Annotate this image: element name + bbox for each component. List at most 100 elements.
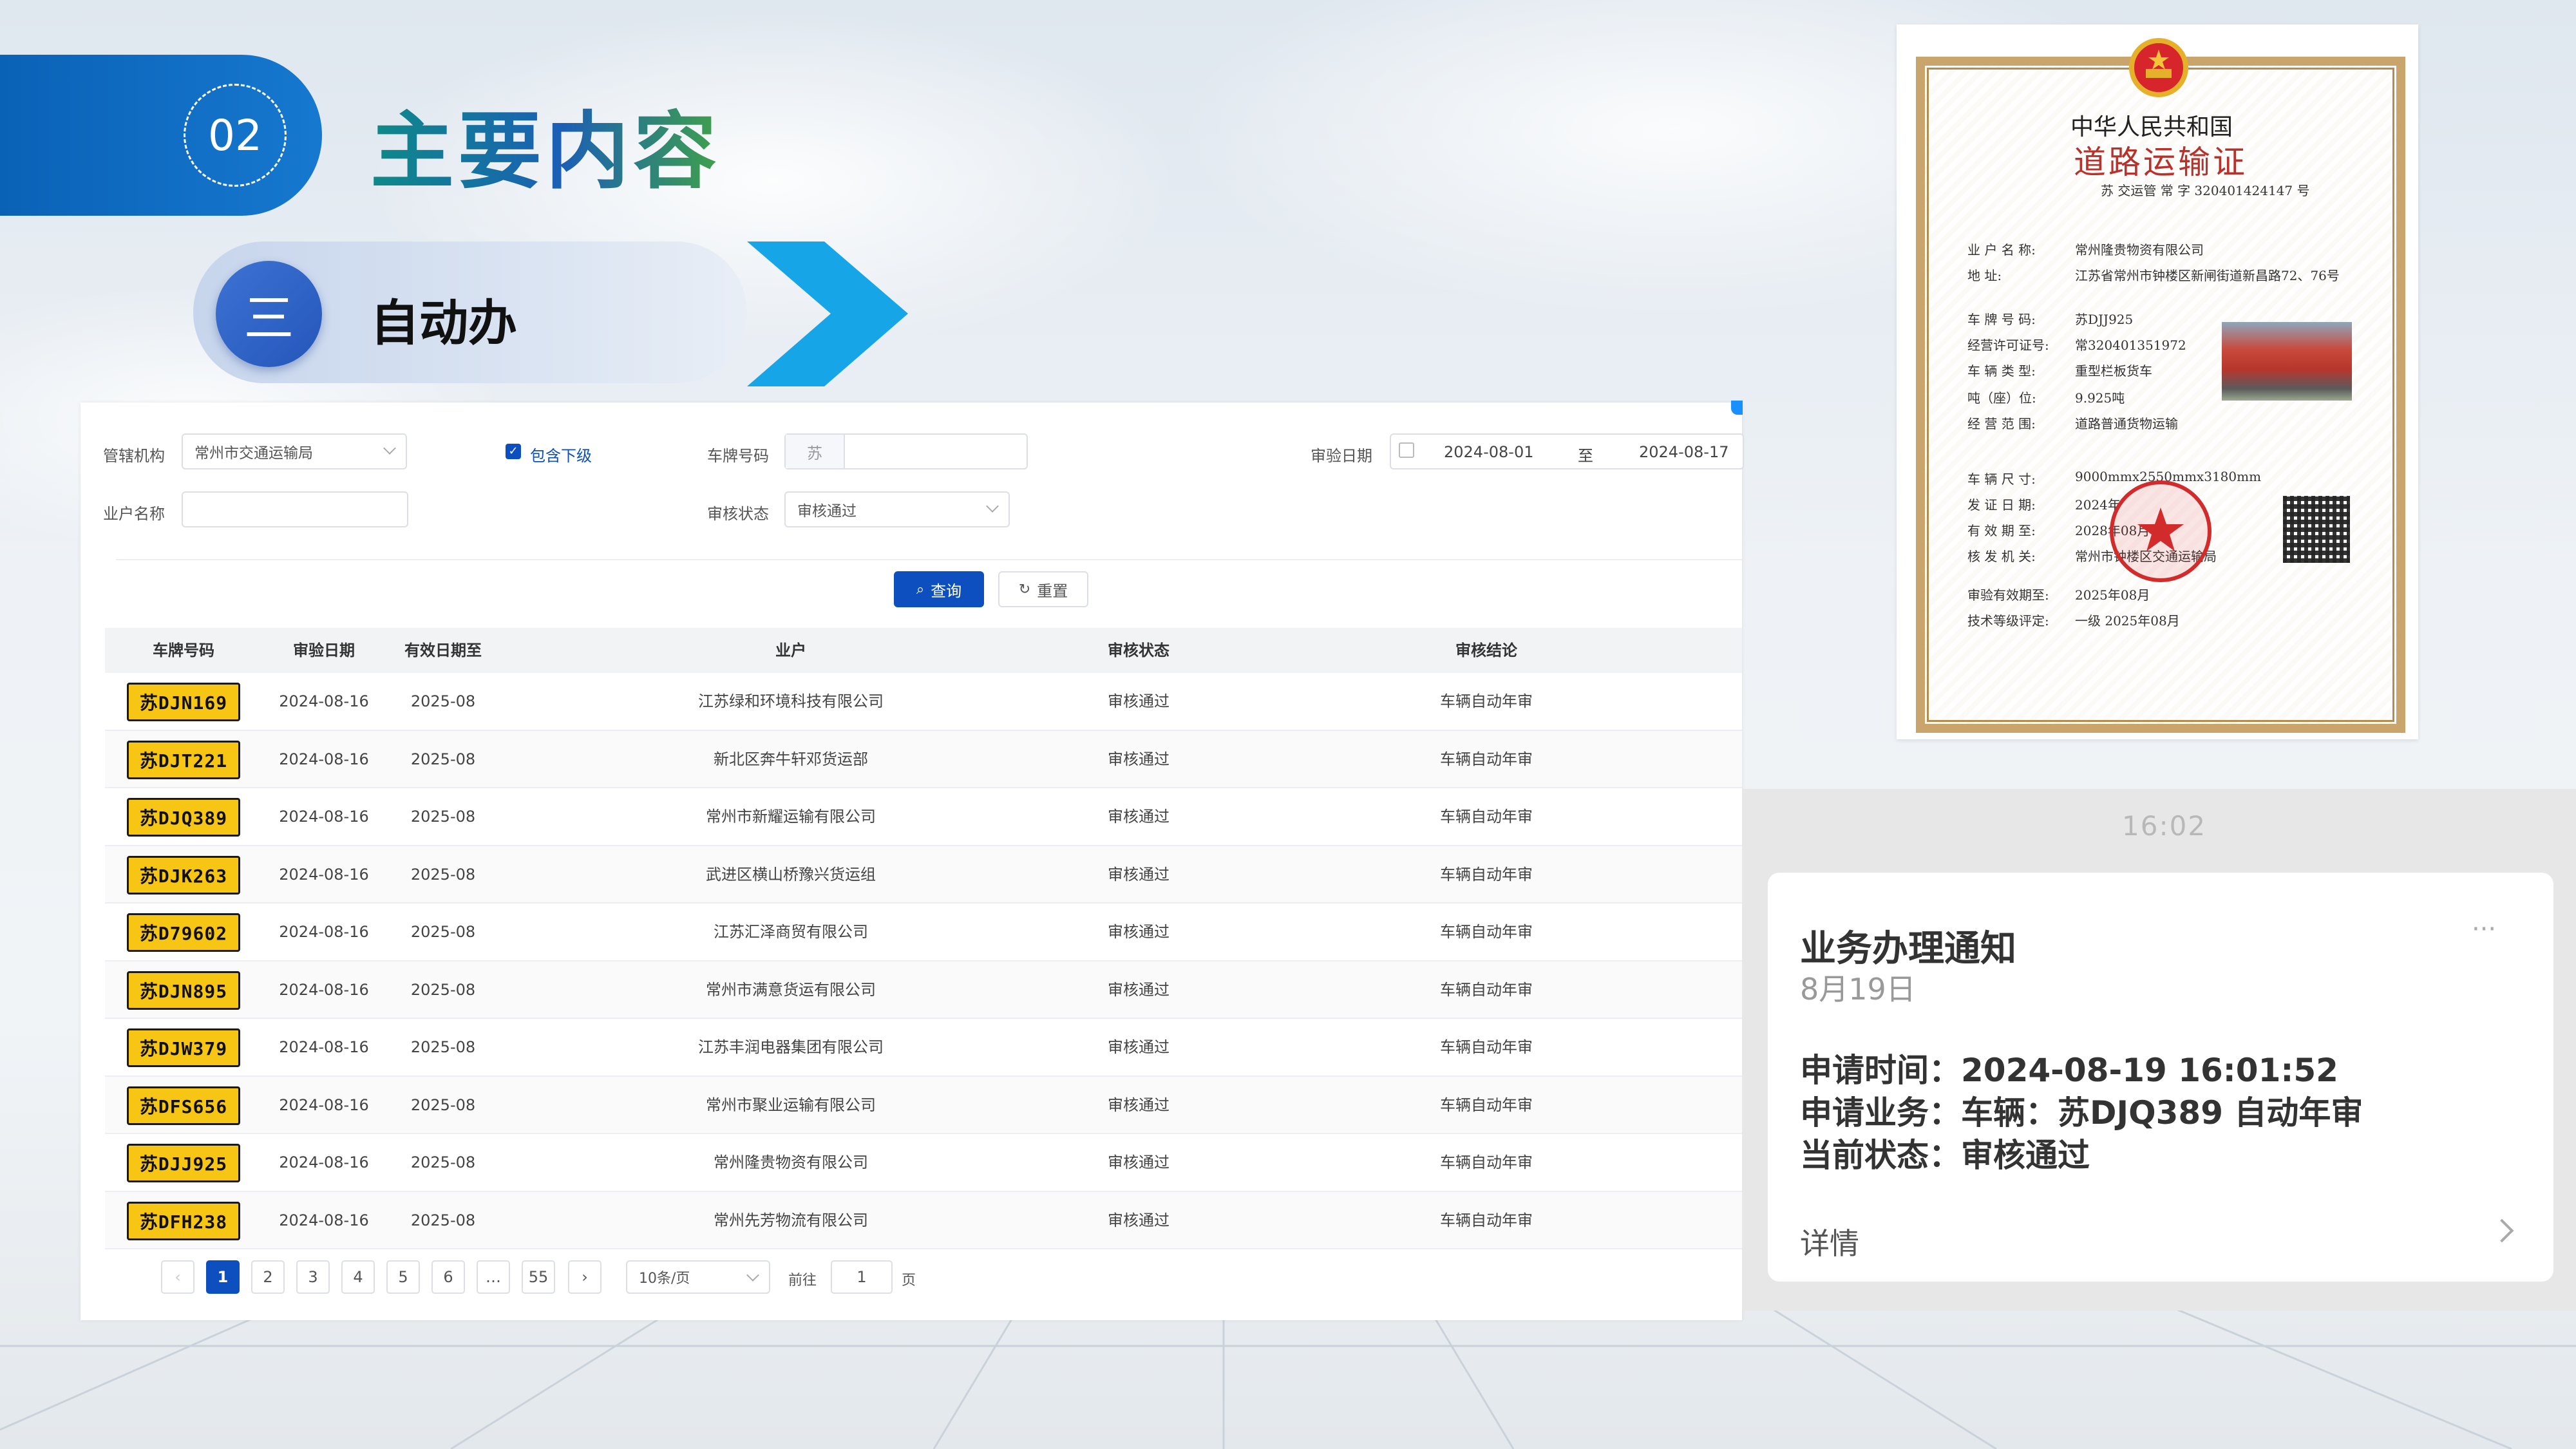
- calendar-icon: [1399, 442, 1414, 458]
- cell-date: 2024-08-16: [279, 1095, 369, 1114]
- col-valid[interactable]: 有效日期至: [404, 628, 482, 673]
- cell-owner: 常州市满意货运有限公司: [706, 980, 876, 999]
- plate-badge: 苏DJT221: [127, 740, 240, 779]
- page-button[interactable]: …: [477, 1260, 510, 1294]
- reset-button[interactable]: ↻ 重置: [998, 571, 1088, 607]
- page-button[interactable]: 4: [341, 1260, 375, 1294]
- table-header: 车牌号码 审验日期 有效日期至 业户 审核状态 审核结论: [105, 628, 1742, 673]
- details-link[interactable]: 详情: [1800, 1220, 1859, 1263]
- cell-result: 车辆自动年审: [1440, 1038, 1533, 1056]
- include-sub-label: 包含下级: [530, 447, 592, 465]
- cell-date: 2024-08-16: [279, 923, 369, 941]
- divider: [116, 559, 1742, 560]
- cert-field-label: 经 营 范 围:: [1967, 416, 2036, 431]
- cert-field-label: 审验有效期至:: [1967, 587, 2049, 603]
- qr-code: [2283, 496, 2350, 563]
- col-date[interactable]: 审验日期: [293, 628, 355, 673]
- table-row[interactable]: 苏DFH238 2024-08-16 2025-08 常州先芳物流有限公司 审核通过 车辆…: [105, 1191, 1742, 1249]
- table-row[interactable]: 苏DJN169 2024-08-16 2025-08 江苏绿和环境科技有限公司 审核通过…: [105, 673, 1742, 731]
- cert-field-label: 经营许可证号:: [1967, 337, 2049, 353]
- page-button[interactable]: 3: [296, 1260, 330, 1294]
- cell-valid: 2025-08: [410, 1211, 476, 1229]
- notification-apply-time: 申请时间：2024-08-19 16:01:52: [1800, 1052, 2338, 1089]
- cell-owner: 武进区横山桥豫兴货运组: [706, 865, 876, 884]
- chevron-right-icon: [747, 242, 908, 386]
- include-sub-checkbox[interactable]: ✓: [506, 444, 521, 459]
- cert-field-label: 技术等级评定:: [1967, 613, 2049, 629]
- next-page-button[interactable]: ›: [568, 1260, 601, 1294]
- cell-owner: 常州市聚业运输有限公司: [706, 1095, 876, 1114]
- cell-valid: 2025-08: [410, 808, 476, 826]
- notification-title: 业务办理通知: [1800, 928, 2016, 970]
- cell-result: 车辆自动年审: [1440, 1153, 1533, 1171]
- page-button[interactable]: 6: [431, 1260, 465, 1294]
- subsection-number: 三: [216, 261, 322, 367]
- chevron-down-icon: [746, 1269, 759, 1282]
- cert-field-label: 核 发 机 关:: [1967, 549, 2036, 564]
- more-icon[interactable]: ···: [2472, 914, 2496, 944]
- plate-badge: 苏DJQ389: [127, 798, 240, 837]
- cell-valid: 2025-08: [410, 1038, 476, 1056]
- cert-field-label: 吨（座）位:: [1967, 390, 2036, 406]
- plate-label: 车牌号码: [707, 447, 769, 465]
- plate-input[interactable]: 苏: [784, 433, 1028, 469]
- table-row[interactable]: 苏DJJ925 2024-08-16 2025-08 常州隆贵物资有限公司 审核通过 车辆…: [105, 1134, 1742, 1192]
- cell-date: 2024-08-16: [279, 865, 369, 884]
- cell-result: 车辆自动年审: [1440, 692, 1533, 710]
- plate-badge: 苏DJJ925: [127, 1144, 240, 1182]
- cell-owner: 常州先芳物流有限公司: [714, 1211, 868, 1229]
- plate-badge: 苏DJW379: [127, 1028, 240, 1067]
- cell-date: 2024-08-16: [279, 1211, 369, 1229]
- official-stamp: [2110, 480, 2211, 582]
- date-to[interactable]: 2024-08-17: [1639, 443, 1728, 461]
- cell-date: 2024-08-16: [279, 980, 369, 999]
- col-owner[interactable]: 业户: [775, 628, 806, 673]
- owner-input[interactable]: [182, 491, 408, 527]
- prev-page-button[interactable]: ‹: [161, 1260, 194, 1294]
- col-result[interactable]: 审核结论: [1455, 628, 1517, 673]
- refresh-icon: ↻: [1018, 581, 1031, 598]
- plate-badge: 苏DFH238: [127, 1201, 240, 1240]
- date-from[interactable]: 2024-08-01: [1444, 443, 1533, 461]
- table-row[interactable]: 苏D79602 2024-08-16 2025-08 江苏汇泽商贸有限公司 审核通过 车辆…: [105, 904, 1742, 961]
- col-status[interactable]: 审核状态: [1108, 628, 1170, 673]
- cell-status: 审核通过: [1108, 1038, 1170, 1056]
- table-row[interactable]: 苏DJK263 2024-08-16 2025-08 武进区横山桥豫兴货运组 审核通过 车…: [105, 846, 1742, 904]
- page-size-select[interactable]: 10条/页: [626, 1260, 770, 1294]
- table-row[interactable]: 苏DJQ389 2024-08-16 2025-08 常州市新耀运输有限公司 审核通过 车…: [105, 788, 1742, 846]
- national-emblem-icon: [2129, 38, 2188, 97]
- cell-status: 审核通过: [1108, 808, 1170, 826]
- page-title: 主要内容: [370, 84, 721, 205]
- table-row[interactable]: 苏DFS656 2024-08-16 2025-08 常州市聚业运输有限公司 审核通过 车…: [105, 1076, 1742, 1134]
- cell-status: 审核通过: [1108, 750, 1170, 768]
- cell-status: 审核通过: [1108, 692, 1170, 710]
- cell-date: 2024-08-16: [279, 1038, 369, 1056]
- status-select-value: 审核通过: [797, 503, 857, 520]
- table-row[interactable]: 苏DJT221 2024-08-16 2025-08 新北区奔牛轩邓货运部 审核通过 车辆…: [105, 730, 1742, 788]
- status-select[interactable]: 审核通过: [784, 491, 1010, 527]
- cell-status: 审核通过: [1108, 980, 1170, 999]
- org-select[interactable]: 常州市交通运输局: [182, 433, 407, 469]
- section-number: 02: [184, 84, 287, 187]
- goto-input[interactable]: 1: [831, 1260, 893, 1294]
- query-button[interactable]: ⌕ 查询: [894, 571, 984, 607]
- cell-valid: 2025-08: [410, 1095, 476, 1114]
- reset-label: 重置: [1037, 582, 1068, 600]
- cell-valid: 2025-08: [410, 980, 476, 999]
- table-row[interactable]: 苏DJN895 2024-08-16 2025-08 常州市满意货运有限公司 审核通过 车…: [105, 961, 1742, 1019]
- cell-result: 车辆自动年审: [1440, 980, 1533, 999]
- page-button[interactable]: 5: [386, 1260, 420, 1294]
- page-button[interactable]: 1: [206, 1260, 240, 1294]
- col-plate[interactable]: 车牌号码: [153, 628, 214, 673]
- table-row[interactable]: 苏DJW379 2024-08-16 2025-08 江苏丰润电器集团有限公司 审核通过…: [105, 1019, 1742, 1077]
- cell-result: 车辆自动年审: [1440, 1095, 1533, 1114]
- plate-prefix: 苏: [786, 435, 845, 468]
- page-button[interactable]: 2: [251, 1260, 285, 1294]
- cell-result: 车辆自动年审: [1440, 865, 1533, 884]
- cell-date: 2024-08-16: [279, 1153, 369, 1171]
- plate-badge: 苏DJK263: [127, 855, 240, 895]
- cert-number: 苏 交运管 常 字 320401424147 号: [2101, 183, 2310, 198]
- cell-valid: 2025-08: [410, 692, 476, 710]
- date-range-picker[interactable]: 2024-08-01 至 2024-08-17: [1390, 433, 1744, 469]
- page-button[interactable]: 55: [522, 1260, 555, 1294]
